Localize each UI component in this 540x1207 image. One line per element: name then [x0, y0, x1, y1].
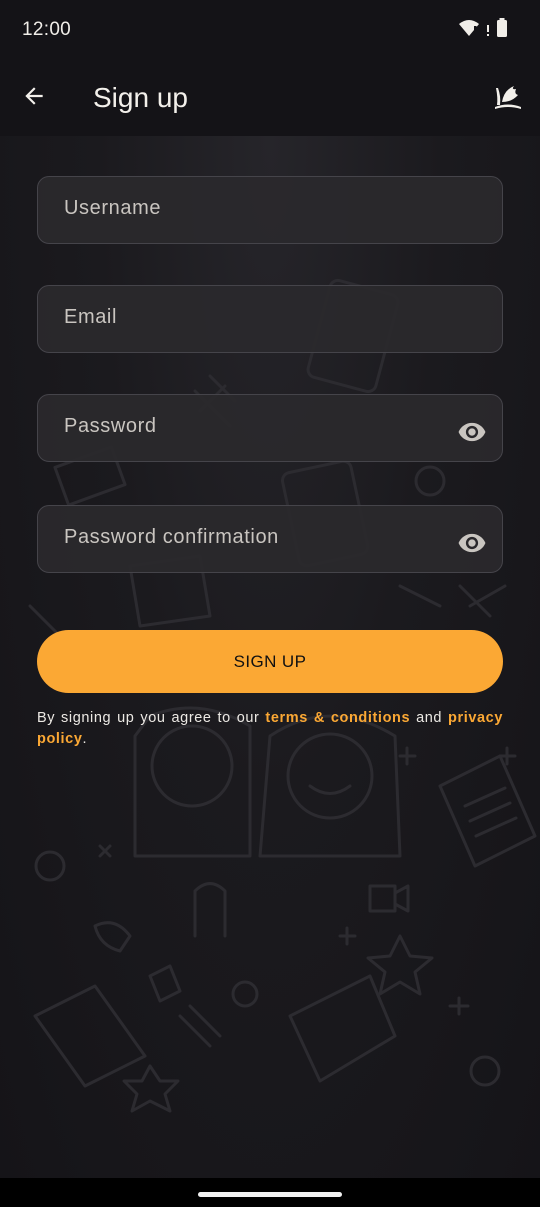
password-confirmation-visibility-toggle[interactable] — [456, 532, 488, 558]
status-time: 12:00 — [22, 19, 72, 40]
username-field[interactable]: Username — [37, 176, 503, 244]
email-field[interactable]: Email — [37, 285, 503, 353]
password-visibility-toggle[interactable] — [456, 421, 488, 447]
username-label: Username — [64, 197, 162, 219]
terms-conditions-link[interactable]: terms & conditions — [265, 710, 410, 726]
wifi-icon — [458, 19, 480, 42]
app-bar: Sign up — [0, 60, 540, 136]
password-confirmation-field[interactable]: Password confirmation — [37, 505, 503, 573]
system-nav-bar — [0, 1178, 540, 1207]
battery-icon — [496, 17, 508, 43]
password-field[interactable]: Password — [37, 394, 503, 462]
password-confirmation-label: Password confirmation — [64, 526, 279, 548]
email-label: Email — [64, 306, 118, 328]
terms-suffix: . — [82, 731, 88, 747]
eye-icon — [457, 421, 487, 448]
password-label: Password — [64, 415, 157, 437]
terms-middle: and — [410, 710, 449, 726]
back-button[interactable] — [14, 78, 54, 118]
page-title: Sign up — [93, 82, 188, 113]
arrow-left-icon — [21, 83, 47, 114]
signal-icon — [486, 19, 490, 42]
app-logo-icon — [492, 80, 524, 112]
sign-up-button[interactable]: SIGN UP — [37, 630, 503, 693]
status-icons — [458, 17, 508, 43]
home-gesture-handle[interactable] — [198, 1192, 342, 1197]
signup-content: Username Email Password Password confirm… — [0, 136, 540, 1178]
terms-prefix: By signing up you agree to our — [37, 710, 266, 726]
eye-icon — [457, 532, 487, 559]
status-bar: 12:00 — [0, 0, 540, 60]
terms-notice: By signing up you agree to our terms & c… — [37, 708, 503, 750]
